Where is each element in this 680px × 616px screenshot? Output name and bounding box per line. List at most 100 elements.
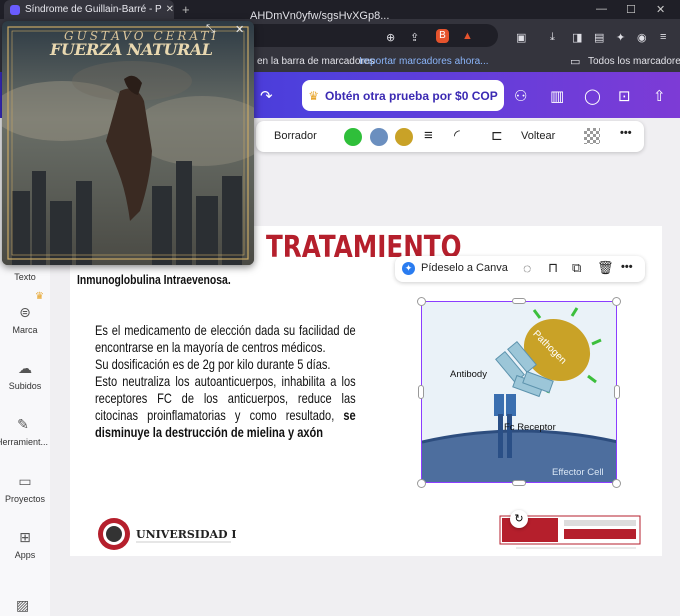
trial-button-label: Obtén otra prueba por $0 COP [325,88,498,103]
logo-left-text: UNIVERSIDAD LIBRE [136,528,236,541]
resize-handle[interactable] [418,385,424,399]
crown-icon: ♛ [35,291,44,302]
transparency-icon[interactable] [584,128,600,144]
screen: Síndrome de Guillain-Barré - Pre ✕ + — ☐… [0,0,680,616]
canva-favicon-icon [10,4,20,15]
zoom-icon[interactable]: ⊕ [386,31,395,44]
antibody-label: Antibody [450,369,487,380]
slide-subtitle[interactable]: Inmunoglobulina Intraevenosa. [77,272,231,287]
sidebar-item-label: Proyectos [4,494,46,504]
delete-icon[interactable]: 🗑 [597,260,614,276]
resize-handle[interactable] [612,297,621,306]
body-paragraph: Es el medicamento de elección dada su fa… [95,322,356,355]
ask-canva-button[interactable]: Pídeselo a Canva [421,262,508,274]
eraser-button[interactable]: Borrador [274,130,317,142]
export-icon[interactable]: ⇧ [653,87,666,105]
body-paragraph: Esto neutraliza los autoanticuerpos, inh… [95,373,356,441]
tab-close-icon[interactable]: ✕ [166,4,174,15]
pip-album: FUERZA NATURAL [50,40,213,59]
crop-icon[interactable]: ⊏ [491,127,503,144]
sidebar-item-brand[interactable]: ⊜ Marca [0,304,50,335]
new-tab-icon[interactable]: + [182,2,190,17]
close-window-icon[interactable]: ✕ [656,3,665,16]
sidebar-toggle-icon[interactable]: ◨ [572,31,582,44]
browser-tab[interactable]: Síndrome de Guillain-Barré - Pre ✕ [4,0,174,19]
sidebar-item-label: Herramient... [0,437,49,447]
pip-video-window[interactable]: GUSTAVO CERATI FUERZA NATURAL ⤡ ✕ [2,21,254,265]
all-bookmarks-link[interactable]: Todos los marcadores [588,56,680,67]
collaborators-icon[interactable]: ⚇ [514,87,527,105]
color-swatch-gold[interactable] [395,128,413,146]
maximize-icon[interactable]: ☐ [626,3,636,16]
sidebar-item-label: Marca [12,325,38,335]
menu-icon[interactable]: ≡ [660,31,666,43]
comment-icon[interactable]: ◌ [523,260,531,276]
redo-icon[interactable]: ↷ [260,87,273,105]
leo-icon[interactable]: ✦ [616,31,625,44]
tools-icon: ✎ [17,416,29,432]
url-text[interactable]: AHDmVn0yfw/sgsHvXGp8... [250,10,389,22]
download-icon[interactable]: ⤓ [550,31,555,44]
resize-handle[interactable] [512,480,526,486]
import-bookmarks-link[interactable]: Importar marcadores ahora... [359,56,489,67]
resize-handle[interactable] [417,479,426,488]
pip-close-icon[interactable]: ✕ [235,23,244,36]
more-options-icon[interactable]: ••• [621,261,633,273]
canva-assistant-icon: ✦ [402,262,415,275]
brand-icon: ⊜ [19,304,31,320]
address-bar[interactable] [240,24,498,47]
pip-back-to-tab-icon[interactable]: ⤡ [206,23,215,36]
minimize-icon[interactable]: — [596,3,607,15]
antibody-diagram[interactable]: Pathogen Antibody Fc Receptor Effector C… [421,301,617,483]
crown-icon: ♛ [308,88,320,103]
line-weight-icon[interactable]: ≡ [424,127,433,144]
lock-icon[interactable]: ⊓ [548,260,558,276]
sidebar-item-label: Subidos [8,381,42,391]
folder-icon: ▭ [570,56,581,68]
sidebar-item-label: Texto [14,272,36,282]
apps-icon: ⊞ [19,529,31,545]
body-paragraph: Su dosificación es de 2g por kilo durant… [95,356,331,372]
flip-button[interactable]: Voltear [521,130,555,142]
sidebar-item-apps[interactable]: ⊞ Apps [0,529,50,560]
receptor-label: Fc Receptor [504,422,556,433]
magic-media-icon[interactable]: ▨ [16,597,29,614]
folder-icon: ▭ [18,473,32,489]
color-swatch-blue[interactable] [370,128,388,146]
university-seal-icon: UNIVERSIDAD LIBRE [98,518,271,550]
wallet-icon[interactable]: ▤ [594,31,604,44]
reader-icon[interactable]: ▣ [516,31,526,44]
cell-label: Effector Cell [552,467,604,478]
trial-button[interactable]: ♛ Obtén otra prueba por $0 COP [302,80,504,111]
resize-handle[interactable] [512,298,526,304]
sidebar-item-text[interactable]: Texto [0,272,50,282]
brave-shield-icon[interactable]: B [436,29,449,43]
sidebar-item-label: Apps [14,550,36,560]
duplicate-icon[interactable]: ⧉ [572,260,581,276]
sidebar-item-projects[interactable]: ▭ Proyectos [0,473,50,504]
rotate-handle-icon[interactable]: ↻ [510,510,528,528]
comments-icon[interactable]: ◯ [584,87,601,105]
color-swatch-green[interactable] [344,128,362,146]
universidad-libre-logo[interactable]: UNIVERSIDAD LIBRE [96,516,271,552]
sidebar-item-uploads[interactable]: ☁ Subidos [0,360,50,391]
diagram-graphic: Pathogen Antibody Fc Receptor Effector C… [422,302,616,482]
brave-rewards-icon[interactable]: ▲ [462,30,473,42]
slide-body-text[interactable]: Es el medicamento de elección dada su fa… [95,322,356,441]
resize-handle[interactable] [614,385,620,399]
insights-icon[interactable]: ▥ [550,87,564,105]
vpn-icon[interactable]: ◉ [637,31,647,44]
tab-title: Síndrome de Guillain-Barré - Pre [25,4,162,15]
bookmarks-hint: en la barra de marcadores [257,56,375,67]
resize-handle[interactable] [417,297,426,306]
body-paragraph-text: Esto neutraliza los autoanticuerpos, inh… [95,373,356,423]
more-options-icon[interactable]: ••• [620,127,632,139]
resize-handle[interactable] [612,479,621,488]
corner-rounding-icon[interactable]: ◜ [454,126,460,144]
ask-canva-toolbar: ✦ Pídeselo a Canva ◌ ⊓ ⧉ 🗑 ••• [395,256,645,282]
present-icon[interactable]: ⊡ [618,87,631,105]
share-icon[interactable]: ⇪ [410,31,419,44]
sidebar-item-tools[interactable]: ✎ Herramient... [0,416,49,447]
image-edit-toolbar: Borrador ≡ ◜ ⊏ Voltear ••• [256,121,644,152]
upload-icon: ☁ [18,360,32,376]
